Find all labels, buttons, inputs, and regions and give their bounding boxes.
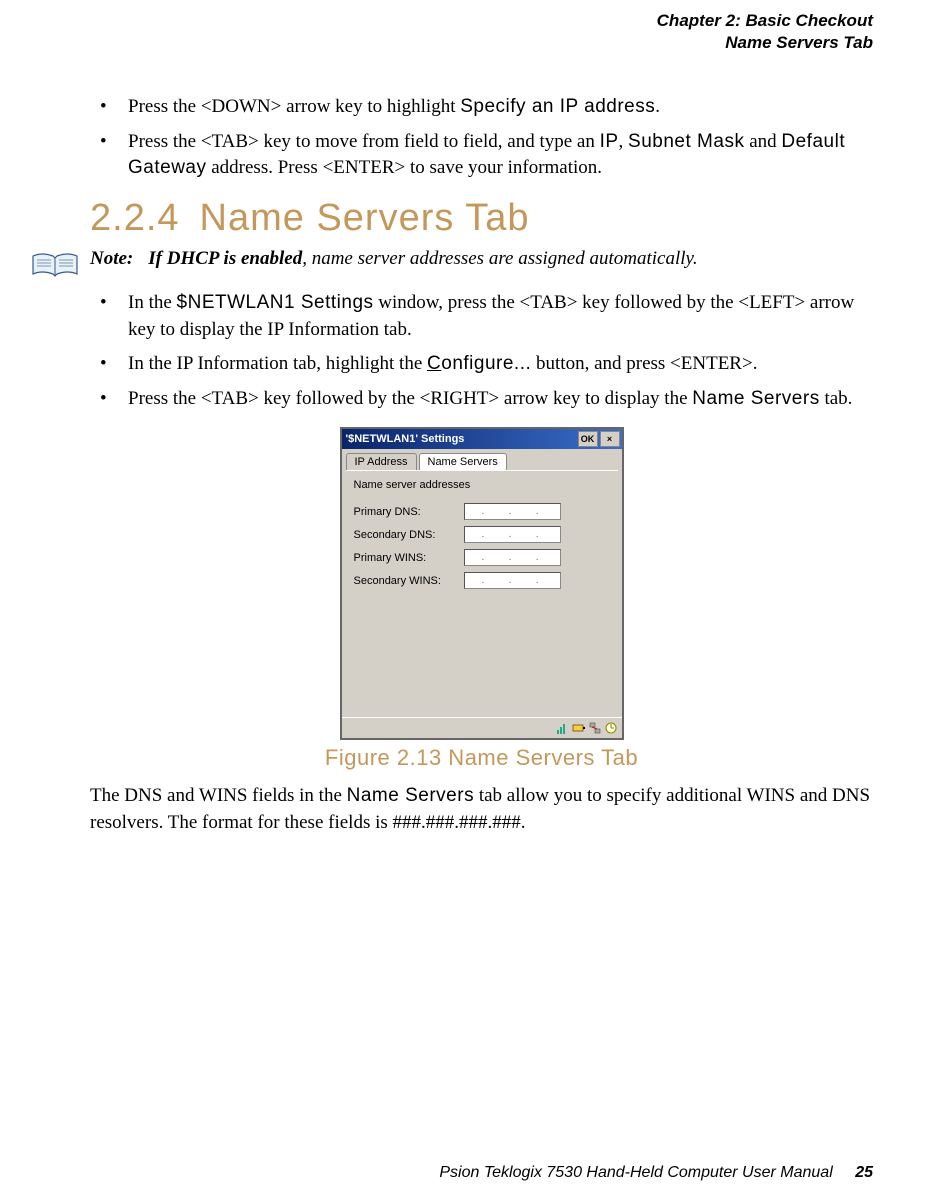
footer-text: Psion Teklogix 7530 Hand-Held Computer U… [439, 1164, 832, 1181]
bullet-list-mid: In the $NETWLAN1 Settings window, press … [90, 290, 873, 412]
bullet-list-top: Press the <DOWN> arrow key to highlight … [90, 94, 873, 182]
window-titlebar: '$NETWLAN1' Settings OK × [342, 429, 622, 449]
chapter-label: Chapter 2: Basic Checkout [0, 10, 873, 32]
screenshot-container: '$NETWLAN1' Settings OK × IP Address Nam… [90, 427, 873, 740]
list-item: In the $NETWLAN1 Settings window, press … [90, 290, 873, 343]
tab-ip-address[interactable]: IP Address [346, 453, 417, 470]
clock-icon [604, 721, 618, 735]
section-heading: 2.2.4Name Servers Tab [90, 197, 873, 240]
close-button[interactable]: × [600, 431, 620, 447]
taskbar [342, 717, 622, 738]
ok-button[interactable]: OK [578, 431, 598, 447]
field-row: Secondary DNS: [354, 526, 610, 543]
page-footer: Psion Teklogix 7530 Hand-Held Computer U… [439, 1164, 873, 1182]
list-item: Press the <TAB> key to move from field t… [90, 129, 873, 182]
note-text: If DHCP is enabled, name server addresse… [148, 248, 873, 270]
settings-window: '$NETWLAN1' Settings OK × IP Address Nam… [340, 427, 624, 740]
secondary-wins-input[interactable] [464, 572, 561, 589]
tab-strip: IP Address Name Servers [342, 449, 622, 470]
note-block: Note: If DHCP is enabled, name server ad… [30, 248, 873, 280]
primary-dns-label: Primary DNS: [354, 506, 464, 518]
book-icon [30, 250, 80, 280]
note-label: Note: [90, 248, 133, 270]
primary-dns-input[interactable] [464, 503, 561, 520]
secondary-dns-label: Secondary DNS: [354, 529, 464, 541]
list-item: Press the <TAB> key followed by the <RIG… [90, 386, 873, 413]
panel-heading: Name server addresses [354, 479, 610, 491]
main-content: Press the <DOWN> arrow key to highlight … [0, 59, 928, 836]
tab-name-servers[interactable]: Name Servers [419, 453, 507, 470]
window-title: '$NETWLAN1' Settings [346, 433, 465, 445]
field-row: Secondary WINS: [354, 572, 610, 589]
primary-wins-label: Primary WINS: [354, 552, 464, 564]
list-item: In the IP Information tab, highlight the… [90, 351, 873, 378]
secondary-dns-input[interactable] [464, 526, 561, 543]
field-row: Primary WINS: [354, 549, 610, 566]
tab-panel: Name server addresses Primary DNS: Secon… [346, 470, 618, 717]
page-header: Chapter 2: Basic Checkout Name Servers T… [0, 0, 928, 59]
signal-icon [556, 721, 570, 735]
body-paragraph: The DNS and WINS fields in the Name Serv… [90, 783, 873, 836]
network-icon [588, 721, 602, 735]
battery-icon [572, 721, 586, 735]
figure-caption: Figure 2.13 Name Servers Tab [90, 745, 873, 771]
field-row: Primary DNS: [354, 503, 610, 520]
page-number: 25 [855, 1164, 873, 1181]
list-item: Press the <DOWN> arrow key to highlight … [90, 94, 873, 121]
section-label: Name Servers Tab [0, 32, 873, 54]
primary-wins-input[interactable] [464, 549, 561, 566]
secondary-wins-label: Secondary WINS: [354, 575, 464, 587]
